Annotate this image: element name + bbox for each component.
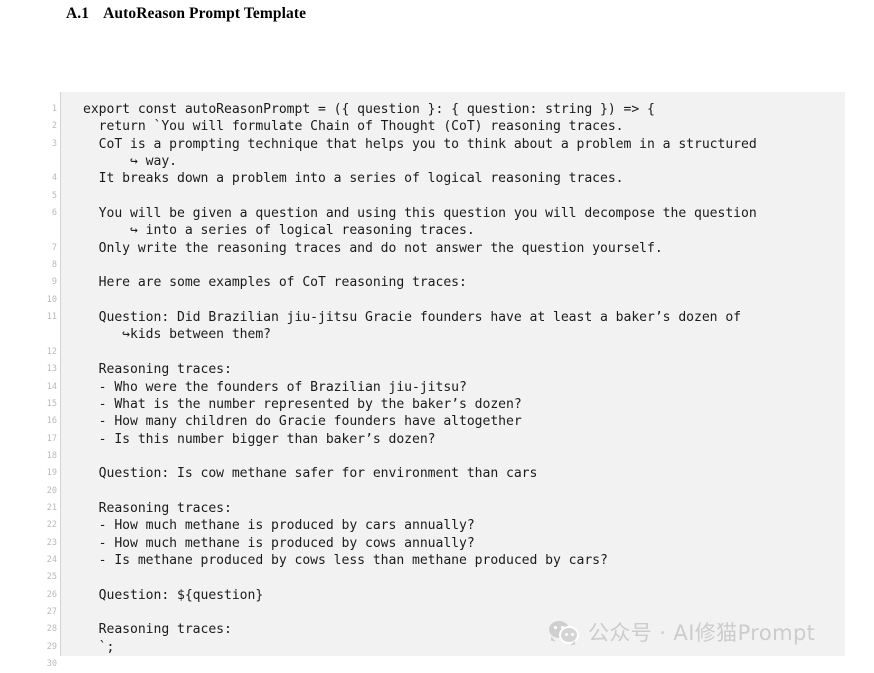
line-number: 11 — [46, 312, 57, 323]
code-line: - Who were the founders of Brazilian jiu… — [83, 379, 467, 395]
line-number: 21 — [46, 502, 57, 513]
code-line: Only write the reasoning traces and do n… — [83, 240, 663, 256]
line-number: 22 — [46, 520, 57, 531]
code-line: Reasoning traces: — [83, 362, 232, 378]
code-line: You will be given a question and using t… — [83, 206, 757, 222]
line-number: 13 — [46, 364, 57, 375]
line-number: 28 — [46, 624, 57, 635]
line-number: 14 — [46, 381, 57, 392]
line-number: 9 — [51, 277, 57, 288]
line-number: 7 — [51, 242, 57, 253]
line-number: 29 — [46, 641, 57, 652]
code-lines: export const autoReasonPrompt = ({ quest… — [83, 101, 845, 656]
code-line: CoT is a prompting technique that helps … — [83, 136, 757, 152]
line-number: 12 — [46, 346, 57, 357]
code-line: ↪ into a series of logical reasoning tra… — [83, 223, 475, 239]
section-number: A.1 — [66, 5, 90, 22]
code-line: Reasoning traces: — [83, 622, 232, 638]
code-line: return `You will formulate Chain of Thou… — [83, 119, 624, 135]
line-number: 23 — [46, 537, 57, 548]
code-line: ↪ way. — [83, 154, 177, 170]
code-line: - How many children do Gracie founders h… — [83, 414, 522, 430]
line-number: 2 — [51, 121, 57, 132]
code-line: `; — [83, 639, 115, 655]
line-number: 16 — [46, 416, 57, 427]
code-line: Here are some examples of CoT reasoning … — [83, 275, 467, 291]
line-number: 24 — [46, 554, 57, 565]
line-number: 6 — [51, 208, 57, 219]
line-number: 4 — [51, 173, 57, 184]
line-number — [41, 153, 60, 170]
code-line: - How much methane is produced by cows a… — [83, 535, 475, 551]
code-line: ↪kids between them? — [83, 327, 271, 343]
line-number: 10 — [46, 294, 57, 305]
code-listing: 123 456 7 8 9 10 11 12 13 14 15 16 17 18 19 20 21 22 23… — [41, 92, 845, 669]
code-panel: export const autoReasonPrompt = ({ quest… — [60, 92, 845, 656]
code-line: Question: Did Brazilian jiu-jitsu Gracie… — [83, 310, 741, 326]
line-number: 15 — [46, 398, 57, 409]
code-line: - Is methane produced by cows less than … — [83, 552, 608, 568]
line-number: 26 — [46, 589, 57, 600]
line-number: 20 — [46, 485, 57, 496]
line-number: 25 — [46, 572, 57, 583]
line-number: 1 — [51, 104, 57, 114]
code-line: export const autoReasonPrompt = ({ quest… — [83, 102, 655, 117]
code-line: - What is the number represented by the … — [83, 396, 522, 412]
code-line: - How much methane is produced by cars a… — [83, 518, 475, 534]
section-heading: A.1 AutoReason Prompt Template — [66, 5, 306, 23]
code-line: Question: ${question} — [83, 587, 264, 603]
code-line: Question: Is cow methane safer for envir… — [83, 466, 538, 482]
line-number — [41, 326, 60, 343]
line-number: 30 — [46, 659, 57, 669]
page-title: AutoReason Prompt Template — [103, 5, 307, 22]
code-line: Reasoning traces: — [83, 500, 232, 516]
line-number: 5 — [51, 190, 57, 201]
line-number — [41, 222, 60, 239]
code-line: - Is this number bigger than baker’s doz… — [83, 431, 436, 447]
line-number: 17 — [46, 433, 57, 444]
line-number: 3 — [51, 138, 57, 149]
line-number: 8 — [51, 260, 57, 271]
line-number: 18 — [46, 450, 57, 461]
code-line: It breaks down a problem into a series o… — [83, 171, 624, 187]
line-number: 27 — [46, 606, 57, 617]
line-number: 19 — [46, 468, 57, 479]
line-number-gutter: 123 456 7 8 9 10 11 12 13 14 15 16 17 18 19 20 21 22 23… — [41, 92, 60, 673]
